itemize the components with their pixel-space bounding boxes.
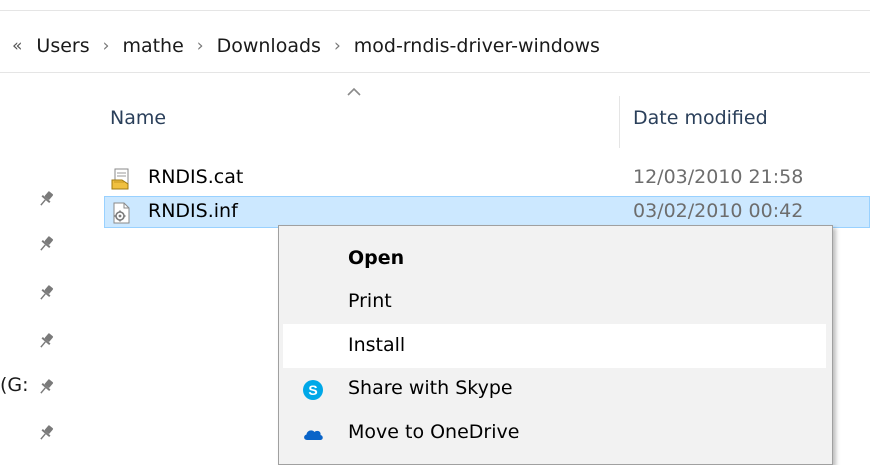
breadcrumb: « Users › mathe › Downloads › mod-rndis-…: [12, 28, 600, 64]
column-divider[interactable]: [619, 96, 620, 148]
menu-item-label: Print: [348, 290, 392, 312]
skype-icon: S: [303, 380, 323, 400]
file-date-modified: 03/02/2010 00:42: [633, 200, 804, 222]
breadcrumb-item-users[interactable]: Users: [36, 35, 89, 57]
pin-icon[interactable]: [36, 331, 56, 351]
nav-item-drive-partial[interactable]: (G:: [0, 374, 29, 396]
breadcrumb-item-mathe[interactable]: mathe: [122, 35, 183, 57]
address-bar[interactable]: « Users › mathe › Downloads › mod-rndis-…: [0, 0, 870, 90]
menu-item-open[interactable]: Open: [283, 237, 826, 281]
file-name: RNDIS.cat: [148, 166, 244, 188]
file-row-rndis-cat[interactable]: RNDIS.cat 12/03/2010 21:58: [104, 162, 870, 194]
onedrive-icon: [304, 430, 323, 440]
file-date-modified: 12/03/2010 21:58: [633, 166, 804, 188]
menu-item-move-to-onedrive[interactable]: Move to OneDrive: [283, 411, 826, 455]
menu-item-label: Open: [348, 247, 405, 269]
address-bar-top-border: [0, 10, 870, 11]
file-row-rndis-inf[interactable]: RNDIS.inf 03/02/2010 00:42: [104, 196, 870, 228]
breadcrumb-separator[interactable]: ›: [334, 36, 341, 56]
pin-icon[interactable]: [36, 234, 56, 254]
menu-item-share-with-skype[interactable]: S Share with Skype: [283, 367, 826, 411]
menu-item-print[interactable]: Print: [283, 280, 826, 324]
column-header-row: Name Date modified: [98, 87, 870, 150]
menu-item-install[interactable]: Install: [283, 324, 826, 368]
breadcrumb-separator[interactable]: ›: [197, 36, 204, 56]
setup-information-icon: [113, 202, 130, 224]
column-header-name[interactable]: Name: [110, 107, 166, 129]
pin-icon[interactable]: [36, 189, 56, 209]
address-bar-bottom-border: [0, 72, 870, 73]
menu-item-label: Install: [348, 334, 406, 356]
pin-icon[interactable]: [36, 423, 56, 443]
column-header-date-modified[interactable]: Date modified: [633, 107, 768, 129]
file-name: RNDIS.inf: [148, 200, 238, 222]
menu-item-label: Share with Skype: [348, 377, 513, 399]
sort-ascending-icon: [347, 87, 361, 96]
menu-item-label: Move to OneDrive: [348, 421, 520, 443]
breadcrumb-item-current-folder[interactable]: mod-rndis-driver-windows: [354, 35, 600, 57]
breadcrumb-item-downloads[interactable]: Downloads: [217, 35, 321, 57]
security-catalog-icon: [111, 168, 129, 190]
svg-text:S: S: [308, 382, 317, 398]
context-menu: Open Print Install S Share with Skype Mo…: [278, 225, 833, 465]
pin-icon[interactable]: [36, 377, 56, 397]
breadcrumb-overflow-button[interactable]: «: [12, 36, 22, 56]
pin-icon[interactable]: [36, 283, 56, 303]
breadcrumb-separator[interactable]: ›: [103, 36, 110, 56]
